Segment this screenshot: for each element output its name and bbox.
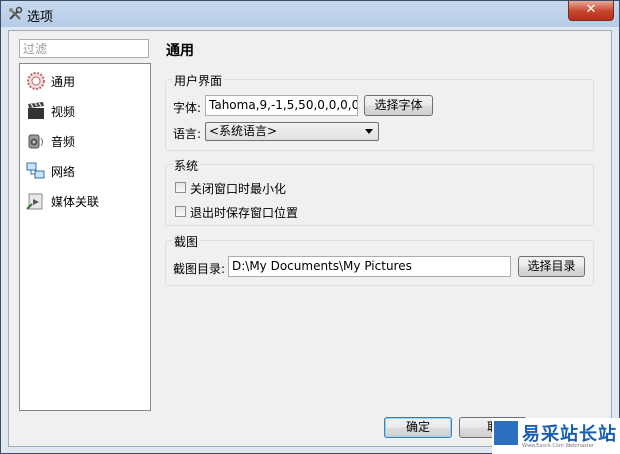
user-interface-group-label: 用户界面 <box>172 72 225 89</box>
save-position-checkbox[interactable] <box>175 206 186 217</box>
close-icon: ✕ <box>585 2 597 17</box>
options-dialog: 选项 ✕ 通用 视频 <box>0 0 620 454</box>
dialog-client-area: 通用 视频 音频 <box>8 30 612 447</box>
choose-font-button[interactable]: 选择字体 <box>364 95 433 116</box>
tools-icon <box>9 6 23 20</box>
ok-button[interactable]: 确定 <box>384 417 452 438</box>
choose-dir-button[interactable]: 选择目录 <box>518 256 585 277</box>
font-label: 字体: <box>173 101 202 115</box>
minimize-on-close-label[interactable]: 关闭窗口时最小化 <box>190 180 286 197</box>
language-select-value: <系统语言> <box>209 124 278 138</box>
category-list: 通用 视频 音频 网络 媒体关联 <box>19 63 151 411</box>
nav-item-network[interactable]: 网络 <box>24 158 146 184</box>
title-bar[interactable]: 选项 ✕ <box>1 1 619 27</box>
system-group-label: 系统 <box>172 157 201 174</box>
nav-item-media-association[interactable]: 媒体关联 <box>24 188 146 214</box>
minimize-on-close-checkbox[interactable] <box>175 182 186 193</box>
general-settings-icon <box>27 72 45 90</box>
font-field[interactable]: Tahoma,9,-1,5,50,0,0,0,0,0 <box>205 95 358 116</box>
language-label: 语言: <box>173 127 202 141</box>
screenshot-group-label: 截图 <box>172 233 201 250</box>
chevron-down-icon <box>365 129 373 134</box>
video-clapperboard-icon <box>28 102 44 119</box>
nav-item-label: 通用 <box>51 75 76 89</box>
watermark-subtext: Www.Easck.Com Webmaster <box>522 443 594 449</box>
watermark-logo <box>494 421 518 445</box>
screenshot-dir-label: 截图目录: <box>173 262 226 276</box>
nav-item-general[interactable]: 通用 <box>24 68 146 94</box>
media-association-icon <box>26 193 43 210</box>
watermark: 易采站长站 Www.Easck.Com Webmaster <box>492 418 620 454</box>
language-select[interactable]: <系统语言> <box>205 122 379 141</box>
audio-speaker-icon <box>28 134 43 149</box>
filter-input[interactable] <box>19 39 149 58</box>
network-computers-icon <box>26 162 45 179</box>
nav-item-label: 视频 <box>51 105 76 119</box>
page-title: 通用 <box>166 43 194 59</box>
window-title: 选项 <box>27 10 54 25</box>
nav-item-label: 音频 <box>51 135 76 149</box>
close-button[interactable]: ✕ <box>568 1 614 21</box>
nav-item-label: 网络 <box>51 165 76 179</box>
nav-item-video[interactable]: 视频 <box>24 98 146 124</box>
screenshot-dir-field[interactable]: D:\My Documents\My Pictures <box>228 256 511 277</box>
save-position-label[interactable]: 退出时保存窗口位置 <box>190 204 298 221</box>
nav-item-audio[interactable]: 音频 <box>24 128 146 154</box>
nav-item-label: 媒体关联 <box>51 195 100 209</box>
